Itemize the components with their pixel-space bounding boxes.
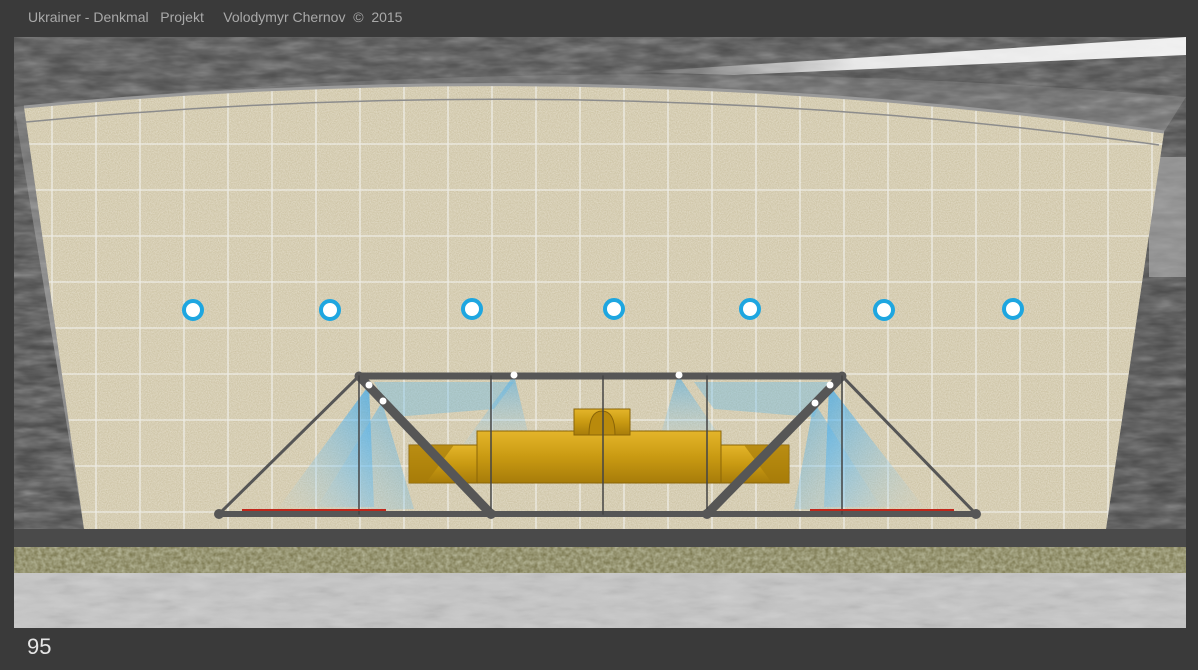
spotlight-icon bbox=[811, 399, 819, 407]
spotlight-icon bbox=[675, 371, 683, 379]
wall-light-icon bbox=[603, 298, 625, 320]
monument-illustration bbox=[14, 37, 1186, 628]
spotlight-icon bbox=[365, 381, 373, 389]
spotlight-icon bbox=[826, 381, 834, 389]
wall-base bbox=[14, 529, 1186, 547]
wall-light-icon bbox=[319, 299, 341, 321]
wall-light-icon bbox=[739, 298, 761, 320]
spotlight-icon bbox=[510, 371, 518, 379]
header-caption: Ukrainer - Denkmal Projekt Volodymyr Che… bbox=[28, 9, 403, 25]
wall-light-icon bbox=[182, 299, 204, 321]
wall-light-icon bbox=[1002, 298, 1024, 320]
page-number: 95 bbox=[27, 634, 52, 659]
wall-light-icon bbox=[873, 299, 895, 321]
wall-light-icon bbox=[461, 298, 483, 320]
spotlight-icon bbox=[379, 397, 387, 405]
